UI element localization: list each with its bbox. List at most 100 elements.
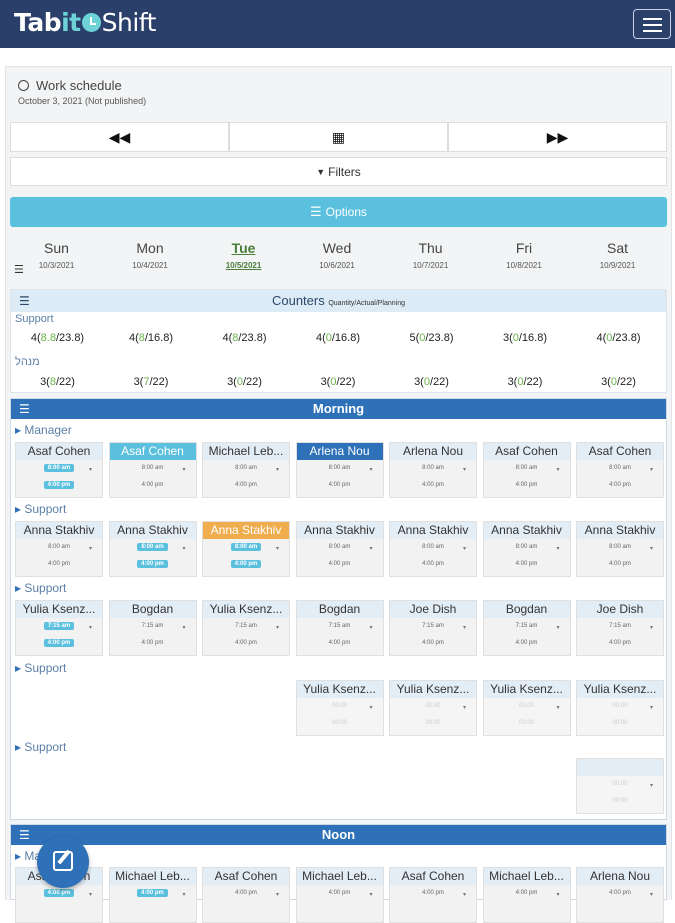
shift-end-time[interactable]: 00:00 <box>484 719 570 727</box>
chevron-down-icon[interactable]: ▾ <box>183 545 186 552</box>
employee-name[interactable]: Anna Stakhiv <box>16 522 102 539</box>
day-column-sun[interactable]: Sun 10/3/2021 <box>10 240 103 270</box>
day-column-fri[interactable]: Fri 10/8/2021 <box>478 240 571 270</box>
chevron-down-icon[interactable]: ▾ <box>183 891 186 898</box>
chevron-down-icon[interactable]: ▾ <box>89 545 92 552</box>
shift-end-time[interactable]: 4:00 pm <box>16 639 102 647</box>
chevron-down-icon[interactable]: ▾ <box>276 624 279 631</box>
hamburger-menu-button[interactable] <box>633 9 671 39</box>
chevron-down-icon[interactable]: ▾ <box>463 545 466 552</box>
chevron-down-icon[interactable]: ▾ <box>370 466 373 473</box>
chevron-down-icon[interactable]: ▾ <box>463 624 466 631</box>
chevron-down-icon[interactable]: ▾ <box>557 624 560 631</box>
shift-card[interactable]: Yulia Ksenz... 00:00 ▾ 00:00 <box>482 680 571 736</box>
shift-card[interactable]: Asaf Cohen 4:00 pm ▾ <box>202 867 290 923</box>
employee-name[interactable] <box>577 759 663 776</box>
shift-card[interactable]: 00:00 ▾ 00:00 <box>576 758 664 814</box>
shift-end-time[interactable]: 4:00 pm <box>390 639 476 647</box>
filters-button[interactable]: ▼ Filters <box>10 157 667 186</box>
shift-card[interactable]: Yulia Ksenz... 00:00 ▾ 00:00 <box>295 680 384 736</box>
shift-card[interactable]: Anna Stakhiv 8:00 am ▾ 4:00 pm <box>576 521 664 577</box>
employee-name[interactable]: Michael Leb... <box>203 443 289 460</box>
chevron-down-icon[interactable]: ▾ <box>650 782 653 789</box>
shift-end-time[interactable]: 4:00 pm <box>577 560 663 568</box>
shift-end-time[interactable]: 4:00 pm <box>484 639 570 647</box>
employee-name[interactable]: Anna Stakhiv <box>109 522 196 539</box>
chevron-down-icon[interactable]: ▾ <box>650 704 653 711</box>
shift-end-time[interactable]: 4:00 pm <box>110 481 196 489</box>
shift-end-time[interactable]: 00:00 <box>390 719 476 727</box>
shift-end-time[interactable]: 4:00 pm <box>390 560 476 568</box>
employee-name[interactable]: Yulia Ksenz... <box>16 601 102 618</box>
shift-end-time[interactable]: 4:00 pm <box>297 560 383 568</box>
shift-end-time[interactable]: 00:00 <box>577 719 663 727</box>
employee-name[interactable]: Michael Leb... <box>296 868 383 885</box>
shift-card[interactable]: Asaf Cohen 4:00 pm ▾ <box>389 867 477 923</box>
shift-end-time[interactable]: 4:00 pm <box>203 560 289 568</box>
chevron-down-icon[interactable]: ▾ <box>557 545 560 552</box>
shift-end-time[interactable]: 4:00 pm <box>297 639 383 647</box>
day-column-tue[interactable]: Tue 10/5/2021 <box>197 240 290 270</box>
employee-name[interactable]: Anna Stakhiv <box>577 522 663 539</box>
employee-name[interactable]: Asaf Cohen <box>203 868 289 885</box>
chevron-down-icon[interactable]: ▾ <box>276 891 279 898</box>
employee-name[interactable]: Bogdan <box>483 601 570 618</box>
employee-name[interactable]: Yulia Ksenz... <box>483 681 570 698</box>
shift-row-label-support[interactable]: Support <box>15 581 66 595</box>
employee-name[interactable]: Joe Dish <box>390 601 476 618</box>
day-column-sat[interactable]: Sat 10/9/2021 <box>571 240 664 270</box>
chevron-down-icon[interactable]: ▾ <box>463 466 466 473</box>
shift-end-time[interactable]: 4:00 pm <box>110 639 196 647</box>
shift-card[interactable]: Michael Leb... 4:00 pm ▾ <box>482 867 571 923</box>
employee-name[interactable]: Asaf Cohen <box>577 443 663 460</box>
employee-name[interactable]: Asaf Cohen <box>483 443 570 460</box>
employee-name[interactable]: Asaf Cohen <box>390 868 476 885</box>
employee-name[interactable]: Bogdan <box>109 601 196 618</box>
shift-card[interactable]: Anna Stakhiv 8:00 am ▾ 4:00 pm <box>295 521 384 577</box>
shift-card[interactable]: Yulia Ksenz... 00:00 ▾ 00:00 <box>389 680 477 736</box>
chevron-down-icon[interactable]: ▾ <box>183 624 186 631</box>
shift-card[interactable]: Asaf Cohen 8:00 am ▾ 4:00 pm <box>15 442 103 498</box>
shift-card[interactable]: Anna Stakhiv 8:00 am ▾ 4:00 pm <box>15 521 103 577</box>
shift-end-time[interactable]: 4:00 pm <box>390 481 476 489</box>
edit-fab-button[interactable] <box>37 836 89 888</box>
morning-menu-icon[interactable]: ☰ <box>19 399 30 419</box>
shift-card[interactable]: Anna Stakhiv 8:00 am ▾ 4:00 pm <box>482 521 571 577</box>
employee-name[interactable]: Anna Stakhiv <box>296 522 383 539</box>
employee-name[interactable]: Bogdan <box>296 601 383 618</box>
shift-card[interactable]: Bogdan 7:15 am ▾ 4:00 pm <box>482 600 571 656</box>
app-logo[interactable]: Tabit Shift <box>14 8 156 37</box>
shift-row-label-support[interactable]: Support <box>15 502 66 516</box>
employee-name[interactable]: Yulia Ksenz... <box>390 681 476 698</box>
chevron-down-icon[interactable]: ▾ <box>89 466 92 473</box>
chevron-down-icon[interactable]: ▾ <box>650 545 653 552</box>
chevron-down-icon[interactable]: ▾ <box>557 466 560 473</box>
chevron-down-icon[interactable]: ▾ <box>463 891 466 898</box>
shift-row-label-support[interactable]: Support <box>15 661 66 675</box>
shift-card[interactable]: Michael Leb... 4:00 pm ▾ <box>295 867 384 923</box>
chevron-down-icon[interactable]: ▾ <box>650 466 653 473</box>
chevron-down-icon[interactable]: ▾ <box>276 545 279 552</box>
shift-end-time[interactable]: 4:00 pm <box>203 639 289 647</box>
shift-card[interactable]: Arlena Nou 4:00 pm ▾ <box>576 867 664 923</box>
shift-card[interactable]: Anna Stakhiv 8:00 am ▾ 4:00 pm <box>108 521 197 577</box>
day-column-thu[interactable]: Thu 10/7/2021 <box>384 240 477 270</box>
chevron-down-icon[interactable]: ▾ <box>183 466 186 473</box>
shift-end-time[interactable]: 4:00 pm <box>577 639 663 647</box>
shift-end-time[interactable]: 4:00 pm <box>110 560 196 568</box>
employee-name[interactable]: Yulia Ksenz... <box>577 681 663 698</box>
shift-end-time[interactable]: 4:00 pm <box>484 560 570 568</box>
shift-end-time[interactable]: 4:00 pm <box>577 481 663 489</box>
shift-card[interactable]: Michael Leb... 4:00 pm ▾ <box>108 867 197 923</box>
chevron-down-icon[interactable]: ▾ <box>463 704 466 711</box>
shift-end-time[interactable]: 4:00 pm <box>297 481 383 489</box>
employee-name[interactable]: Arlena Nou <box>390 443 476 460</box>
employee-name[interactable]: Arlena Nou <box>577 868 663 885</box>
chevron-down-icon[interactable]: ▾ <box>89 624 92 631</box>
calendar-button[interactable]: ▦ <box>229 122 448 152</box>
employee-name[interactable]: Asaf Cohen <box>16 443 102 460</box>
shift-card[interactable]: Yulia Ksenz... 7:15 am ▾ 4:00 pm <box>202 600 290 656</box>
employee-name[interactable]: Yulia Ksenz... <box>203 601 289 618</box>
chevron-down-icon[interactable]: ▾ <box>650 891 653 898</box>
shift-card[interactable]: Joe Dish 7:15 am ▾ 4:00 pm <box>389 600 477 656</box>
